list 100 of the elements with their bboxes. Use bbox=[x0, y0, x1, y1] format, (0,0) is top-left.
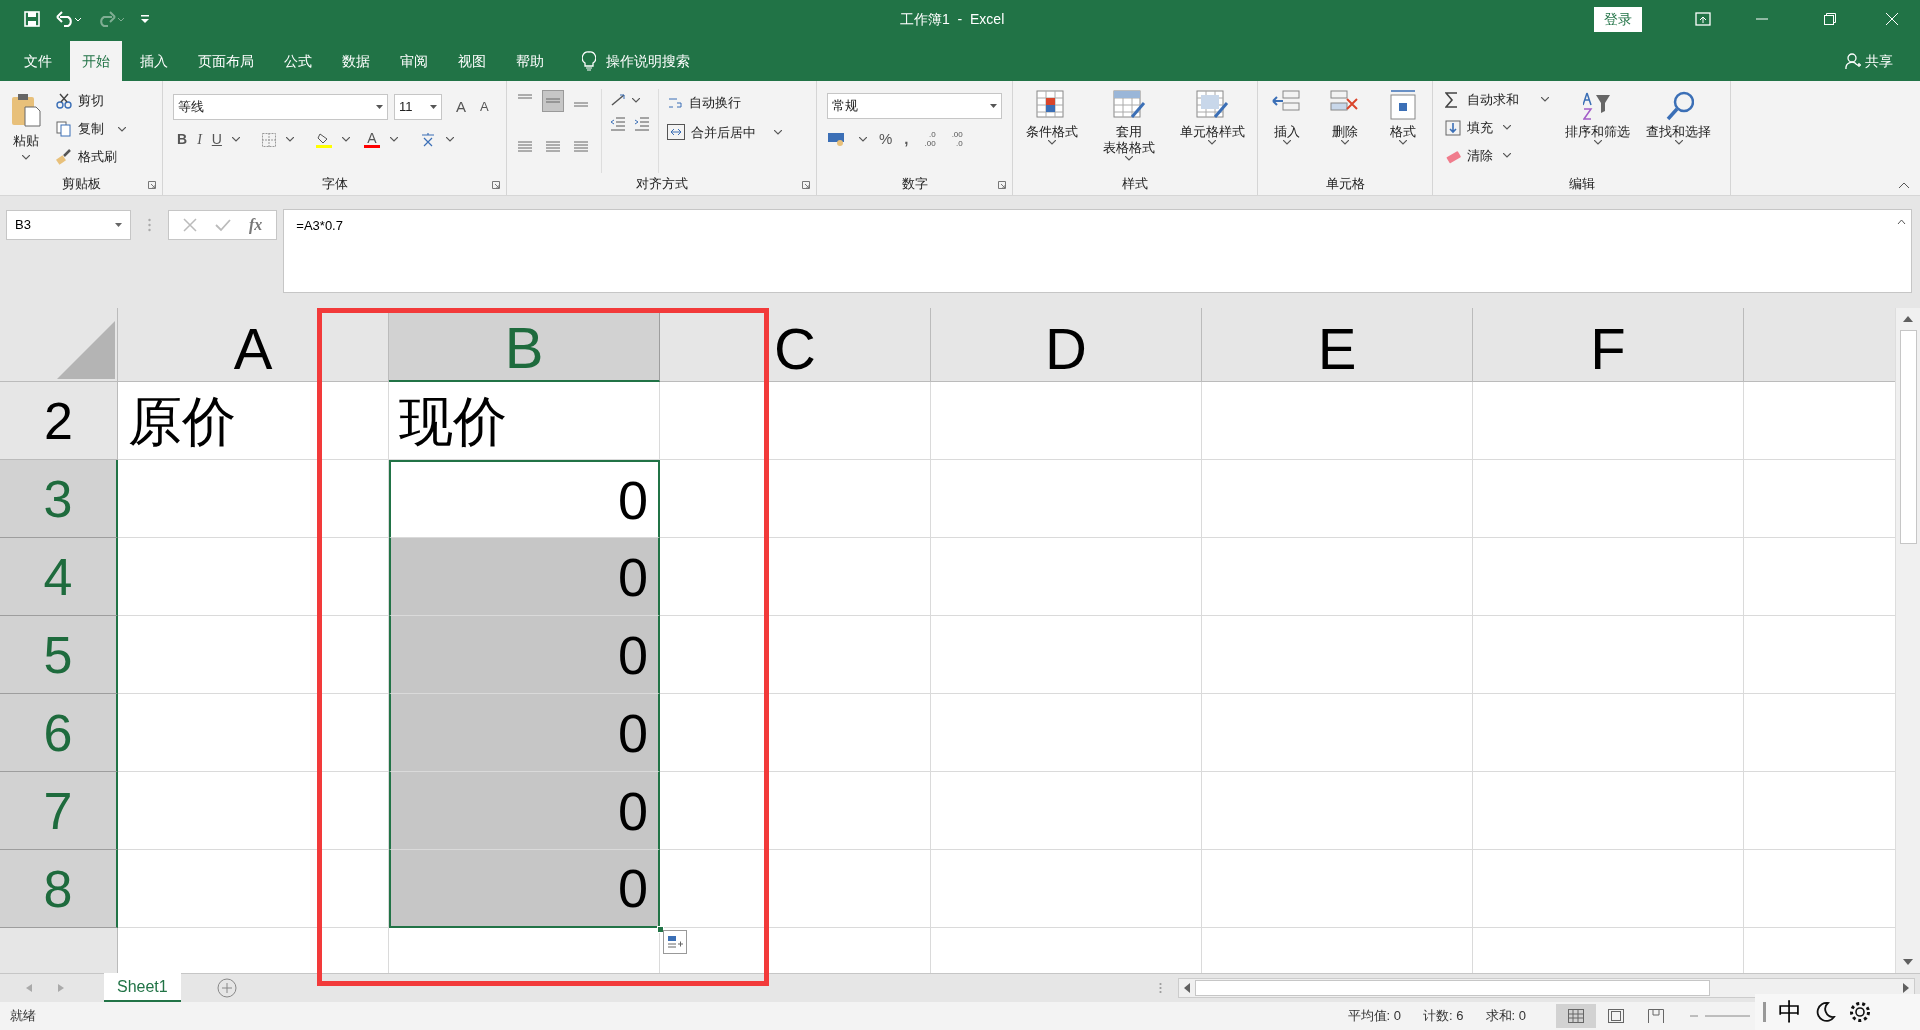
table-cell[interactable] bbox=[118, 694, 389, 772]
ribbon-tab[interactable]: 帮助 bbox=[504, 41, 556, 81]
column-header[interactable]: F bbox=[1473, 308, 1744, 382]
table-cell[interactable]: 0 bbox=[389, 538, 660, 616]
column-header[interactable]: D bbox=[931, 308, 1202, 382]
row-header[interactable]: 2 bbox=[0, 382, 118, 460]
name-box[interactable]: B3 bbox=[6, 210, 131, 240]
row-header[interactable]: 3 bbox=[0, 460, 118, 538]
collapse-ribbon-icon[interactable] bbox=[1898, 182, 1910, 189]
scroll-down-icon[interactable] bbox=[1903, 959, 1913, 965]
caret-icon[interactable] bbox=[1674, 140, 1683, 145]
moon-icon[interactable] bbox=[1814, 1001, 1836, 1023]
enter-icon[interactable] bbox=[215, 218, 231, 232]
dialog-launcher-icon[interactable] bbox=[148, 181, 156, 189]
scroll-left-icon[interactable] bbox=[1183, 983, 1190, 993]
font-size-field[interactable]: 11 bbox=[394, 94, 442, 120]
row-header[interactable]: 8 bbox=[0, 850, 118, 928]
table-cell[interactable] bbox=[660, 460, 931, 538]
dialog-launcher-icon[interactable] bbox=[802, 181, 810, 189]
editing-big-button[interactable]: 排序和筛选 bbox=[1565, 87, 1630, 173]
caret-icon[interactable] bbox=[389, 137, 398, 142]
grow-font-button[interactable]: A bbox=[456, 95, 466, 119]
table-cell[interactable] bbox=[1202, 850, 1473, 928]
table-cell[interactable] bbox=[1473, 538, 1744, 616]
scrollbar-thumb[interactable] bbox=[1194, 980, 1710, 996]
formula-bar[interactable]: =A3*0.7 bbox=[283, 209, 1912, 293]
ribbon-tab[interactable]: 文件 bbox=[12, 41, 64, 81]
signin-button[interactable]: 登录 bbox=[1594, 6, 1642, 32]
caret-icon[interactable] bbox=[1541, 97, 1549, 102]
comma-button[interactable]: , bbox=[904, 128, 909, 151]
decrease-indent-icon[interactable] bbox=[610, 117, 626, 131]
table-cell[interactable] bbox=[660, 772, 931, 850]
table-cell[interactable] bbox=[1473, 616, 1744, 694]
currency-icon[interactable] bbox=[827, 131, 847, 148]
next-sheet-icon[interactable] bbox=[58, 984, 64, 992]
undo-icon[interactable] bbox=[56, 11, 82, 27]
caret-icon[interactable] bbox=[22, 154, 30, 160]
table-cell[interactable] bbox=[931, 616, 1202, 694]
ribbon-tab[interactable]: 公式 bbox=[272, 41, 324, 81]
table-cell[interactable] bbox=[660, 538, 931, 616]
column-header[interactable]: E bbox=[1202, 308, 1473, 382]
paste-button[interactable]: 粘贴 bbox=[4, 89, 48, 173]
underline-button[interactable]: U bbox=[211, 129, 222, 150]
scroll-up-icon[interactable] bbox=[1903, 316, 1913, 322]
cells-button[interactable]: 格式 bbox=[1387, 89, 1419, 173]
table-cell[interactable]: 0 bbox=[389, 616, 660, 694]
expand-formula-icon[interactable] bbox=[1897, 219, 1906, 225]
table-cell[interactable]: 0 bbox=[389, 694, 660, 772]
drag-handle-icon[interactable] bbox=[1158, 982, 1162, 994]
caret-icon[interactable] bbox=[859, 136, 867, 142]
caret-icon[interactable] bbox=[1283, 140, 1291, 145]
caret-icon[interactable] bbox=[1208, 140, 1216, 145]
table-cell[interactable] bbox=[1202, 694, 1473, 772]
caret-icon[interactable] bbox=[1593, 140, 1602, 145]
table-cell[interactable] bbox=[660, 694, 931, 772]
add-sheet-icon[interactable] bbox=[216, 978, 237, 998]
dialog-launcher-icon[interactable] bbox=[998, 181, 1006, 189]
table-cell[interactable]: 现价 bbox=[389, 382, 660, 460]
caret-icon[interactable] bbox=[1503, 125, 1511, 130]
row-header[interactable]: 7 bbox=[0, 772, 118, 850]
row-header[interactable]: 6 bbox=[0, 694, 118, 772]
table-cell[interactable] bbox=[1202, 538, 1473, 616]
row-header[interactable]: 4 bbox=[0, 538, 118, 616]
table-cell[interactable] bbox=[1202, 616, 1473, 694]
restore-icon[interactable] bbox=[1824, 13, 1836, 25]
close-icon[interactable] bbox=[1886, 13, 1898, 25]
table-cell[interactable] bbox=[1202, 460, 1473, 538]
caret-icon[interactable] bbox=[118, 126, 126, 132]
borders-icon[interactable] bbox=[261, 132, 276, 147]
merge-center-button[interactable]: 合并后居中 bbox=[667, 122, 782, 142]
font-color-button[interactable]: A bbox=[363, 131, 380, 148]
decrease-decimal-button[interactable]: .00 .0 bbox=[951, 130, 963, 149]
table-cell[interactable]: 0 bbox=[389, 772, 660, 850]
table-cell[interactable] bbox=[118, 538, 389, 616]
sheet-tab[interactable]: Sheet1 bbox=[104, 973, 181, 1002]
tell-me-search[interactable]: 操作说明搜索 bbox=[606, 50, 690, 72]
fill-handle[interactable] bbox=[657, 926, 664, 933]
orientation-icon[interactable] bbox=[610, 93, 628, 107]
caret-icon[interactable] bbox=[1047, 140, 1056, 145]
cells-button[interactable]: 插入 bbox=[1271, 89, 1303, 173]
ribbon-display-icon[interactable] bbox=[1695, 12, 1711, 26]
scrollbar-thumb[interactable] bbox=[1899, 330, 1917, 544]
shrink-font-button[interactable]: A bbox=[480, 97, 489, 117]
table-cell[interactable] bbox=[660, 616, 931, 694]
caret-icon[interactable] bbox=[1124, 156, 1133, 161]
font-name-field[interactable]: 等线 bbox=[173, 94, 388, 120]
table-cell[interactable] bbox=[931, 850, 1202, 928]
styles-button[interactable]: 套用 表格格式 bbox=[1102, 89, 1155, 173]
bold-button[interactable]: B bbox=[177, 129, 188, 150]
ime-mode-button[interactable]: 中 bbox=[1778, 994, 1802, 1030]
table-cell[interactable]: 0 bbox=[389, 460, 660, 538]
prev-sheet-icon[interactable] bbox=[26, 984, 32, 992]
caret-icon[interactable] bbox=[1399, 140, 1407, 145]
save-icon[interactable] bbox=[24, 11, 40, 27]
scroll-right-icon[interactable] bbox=[1902, 983, 1909, 993]
settings-icon[interactable] bbox=[1848, 1000, 1872, 1024]
phonetic-guide-icon[interactable] bbox=[419, 131, 436, 148]
styles-button[interactable]: 单元格样式 bbox=[1179, 89, 1245, 173]
table-cell[interactable] bbox=[931, 460, 1202, 538]
styles-button[interactable]: 条件格式 bbox=[1025, 89, 1078, 173]
